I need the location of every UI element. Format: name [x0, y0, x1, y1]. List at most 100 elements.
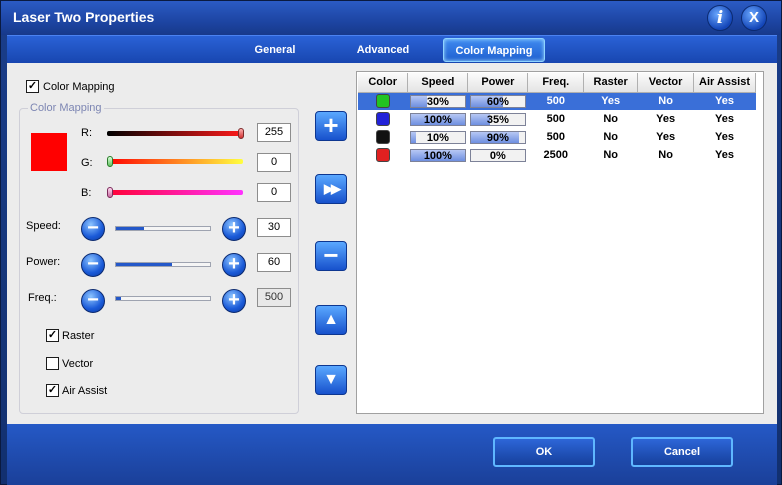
color-cell[interactable] [358, 92, 408, 110]
title-bar: Laser Two Properties i X [1, 1, 781, 35]
g-slider-track[interactable] [107, 159, 243, 164]
air-assist-cell[interactable]: Yes [694, 110, 756, 128]
color-cell[interactable] [358, 128, 408, 146]
tab-content: ✓ Color Mapping Color Mapping R: 255 G: … [7, 63, 777, 424]
power-cell[interactable]: 35% [468, 110, 528, 128]
header-raster[interactable]: Raster [583, 73, 639, 93]
power-slider[interactable] [115, 262, 211, 267]
freq-input: 500 [257, 288, 291, 307]
speed-cell[interactable]: 30% [407, 92, 468, 110]
power-cell[interactable]: 60% [467, 92, 528, 110]
vector-label: Vector [62, 358, 94, 370]
freq-cell[interactable]: 500 [528, 110, 584, 128]
fast-forward-button[interactable]: ▶▶ [315, 174, 347, 204]
tab-color-mapping[interactable]: Color Mapping [443, 38, 545, 62]
g-label: G: [81, 157, 93, 169]
color-chip [375, 148, 390, 162]
color-chip [375, 130, 390, 144]
raster-checkbox[interactable]: ✓ [46, 329, 59, 342]
color-mapping-checkbox-label: Color Mapping [43, 81, 115, 93]
raster-cell[interactable]: No [584, 146, 638, 164]
b-slider-track[interactable] [107, 190, 243, 195]
power-cell[interactable]: 90% [468, 128, 528, 146]
speed-cell-value: 30% [426, 95, 449, 108]
info-icon[interactable]: i [707, 5, 733, 31]
header-speed[interactable]: Speed [407, 73, 469, 93]
speed-input[interactable]: 30 [257, 218, 291, 237]
table-row[interactable]: 100% 0% 2500 No No Yes [358, 146, 756, 164]
air-assist-cell[interactable]: Yes [694, 128, 756, 146]
speed-cell[interactable]: 10% [408, 128, 468, 146]
remove-color-button[interactable]: − [315, 241, 347, 271]
power-cell-value: 60% [486, 95, 509, 108]
window-title: Laser Two Properties [13, 9, 155, 25]
vector-cell[interactable]: No [637, 92, 694, 110]
color-cell[interactable] [358, 110, 408, 128]
speed-decrease-button[interactable]: − [81, 217, 105, 241]
tab-general[interactable]: General [243, 38, 307, 62]
g-value-input[interactable]: 0 [257, 153, 291, 172]
power-cell-value: 0% [489, 149, 506, 162]
power-input[interactable]: 60 [257, 253, 291, 272]
air-assist-cell[interactable]: Yes [694, 146, 756, 164]
move-up-button[interactable]: ▲ [315, 305, 347, 335]
tab-bar: General Advanced Color Mapping [7, 35, 777, 63]
speed-increase-button[interactable]: + [222, 217, 246, 241]
r-label: R: [81, 127, 92, 139]
b-value-input[interactable]: 0 [257, 183, 291, 202]
color-swatch [31, 133, 67, 171]
table-row[interactable]: 10% 90% 500 No Yes Yes [358, 128, 756, 146]
freq-cell[interactable]: 500 [527, 92, 584, 110]
color-mapping-table: Color Speed Power Freq. Raster Vector Ai… [356, 71, 764, 414]
air-assist-checkbox[interactable]: ✓ [46, 384, 59, 397]
b-slider-handle[interactable] [107, 187, 113, 198]
vector-cell[interactable]: Yes [638, 110, 694, 128]
header-freq[interactable]: Freq. [527, 73, 585, 93]
header-vector[interactable]: Vector [637, 73, 695, 93]
speed-cell-value: 100% [423, 149, 452, 162]
table-row[interactable]: 100% 35% 500 No Yes Yes [358, 110, 756, 128]
color-chip [375, 112, 390, 126]
speed-cell[interactable]: 100% [408, 146, 468, 164]
vector-cell[interactable]: No [638, 146, 694, 164]
close-icon[interactable]: X [741, 5, 767, 31]
tab-advanced[interactable]: Advanced [343, 38, 423, 62]
color-cell[interactable] [358, 146, 408, 164]
raster-label: Raster [62, 330, 95, 342]
g-slider-handle[interactable] [107, 156, 113, 167]
r-slider-track[interactable] [107, 131, 243, 136]
raster-cell[interactable]: Yes [583, 92, 638, 110]
header-power[interactable]: Power [467, 73, 529, 93]
freq-label: Freq.: [28, 292, 57, 304]
power-cell-bar: 90% [469, 130, 526, 144]
vector-checkbox[interactable] [46, 357, 59, 370]
power-increase-button[interactable]: + [222, 253, 246, 277]
freq-cell[interactable]: 500 [528, 128, 584, 146]
freq-cell[interactable]: 2500 [528, 146, 584, 164]
speed-cell-value: 100% [423, 113, 452, 126]
power-decrease-button[interactable]: − [81, 253, 105, 277]
power-cell-value: 35% [486, 113, 509, 126]
header-color[interactable]: Color [358, 73, 409, 93]
speed-cell[interactable]: 100% [408, 110, 468, 128]
raster-cell[interactable]: No [584, 110, 638, 128]
power-cell[interactable]: 0% [468, 146, 528, 164]
r-value-input[interactable]: 255 [257, 123, 291, 142]
color-mapping-checkbox[interactable]: ✓ [26, 80, 39, 93]
add-color-button[interactable]: + [315, 111, 347, 141]
raster-cell[interactable]: No [584, 128, 638, 146]
table-row[interactable]: 30% 60% 500 Yes No Yes [358, 92, 756, 110]
freq-increase-button[interactable]: + [222, 289, 246, 313]
air-assist-cell[interactable]: Yes [693, 92, 756, 110]
freq-decrease-button[interactable]: − [81, 289, 105, 313]
ok-button[interactable]: OK [493, 437, 595, 467]
vector-cell[interactable]: Yes [638, 128, 694, 146]
color-mapping-group-title: Color Mapping [28, 102, 104, 114]
speed-slider[interactable] [115, 226, 211, 231]
r-slider-handle[interactable] [238, 128, 244, 139]
freq-slider[interactable] [115, 296, 211, 301]
footer-bar: OK Cancel [7, 424, 777, 485]
cancel-button[interactable]: Cancel [631, 437, 733, 467]
move-down-button[interactable]: ▼ [315, 365, 347, 395]
header-air-assist[interactable]: Air Assist [693, 73, 756, 93]
